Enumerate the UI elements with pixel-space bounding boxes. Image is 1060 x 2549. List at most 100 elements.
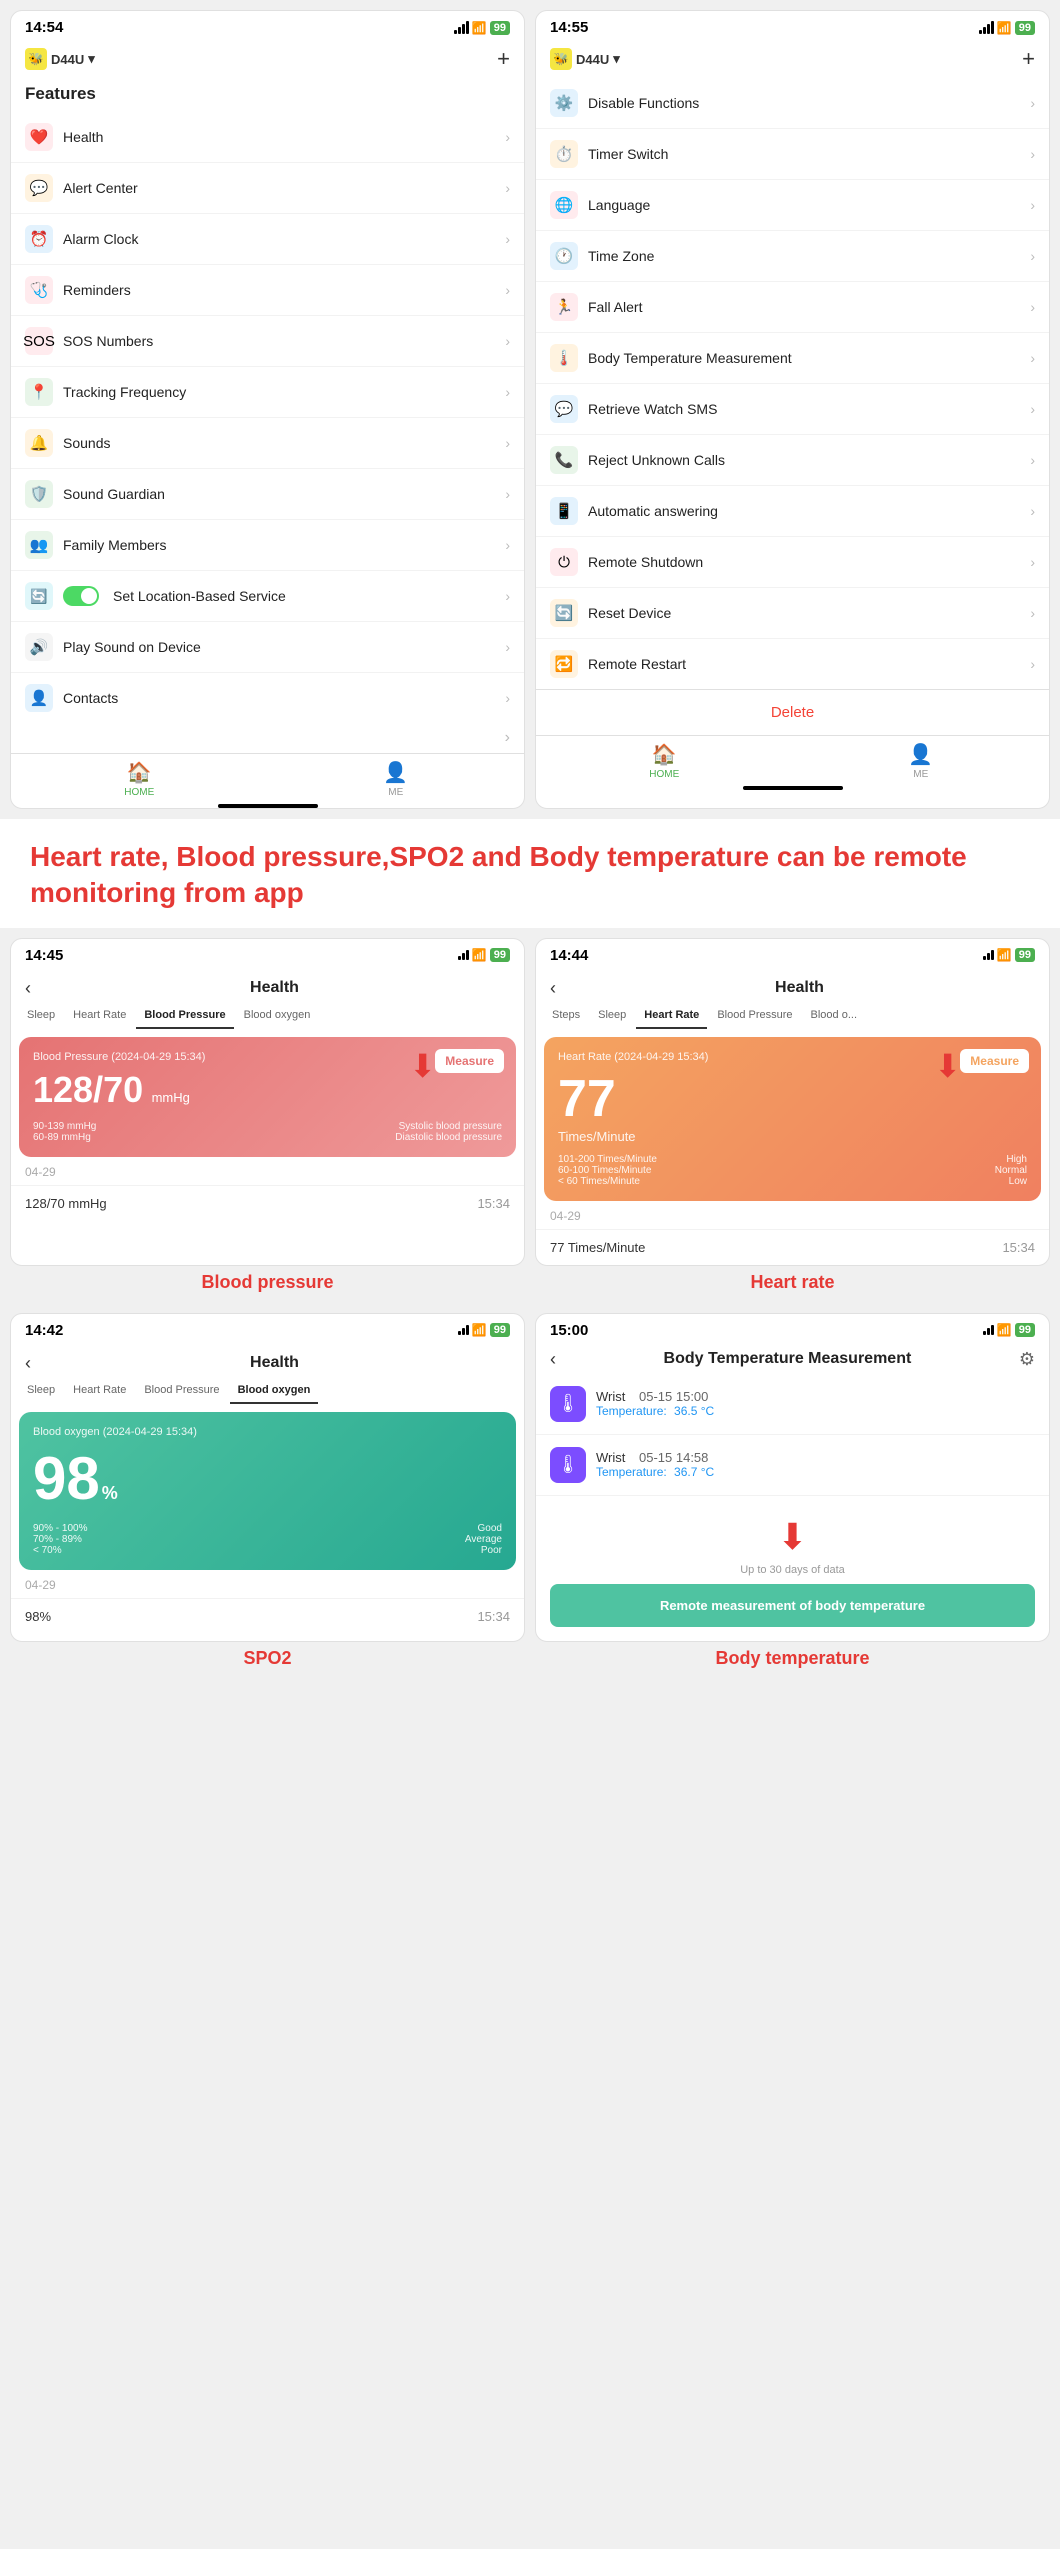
- menu-item-sos[interactable]: SOS SOS Numbers ›: [11, 316, 524, 367]
- alert-label: Alert Center: [63, 180, 505, 196]
- menu-item-timer[interactable]: ⏱️ Timer Switch ›: [536, 129, 1049, 180]
- bp-title: Blood Pressure: [33, 1051, 108, 1063]
- tab-bloodo-hr[interactable]: Blood o...: [803, 1003, 865, 1029]
- status-bar-hr: 14:44 📶 99: [536, 939, 1049, 968]
- temp-location-2: Wrist 05-15 14:58: [596, 1450, 1035, 1465]
- menu-item-disable[interactable]: ⚙️ Disable Functions ›: [536, 78, 1049, 129]
- back-btn-bp[interactable]: ‹: [25, 978, 31, 999]
- status-icons-2: 📶 99: [979, 21, 1035, 35]
- nav-home-1[interactable]: 🏠 HOME: [11, 760, 268, 798]
- bar-bo-2: [462, 1328, 465, 1335]
- dropdown-arrow-1[interactable]: ▾: [88, 51, 95, 67]
- menu-item-bodytemp[interactable]: 🌡️ Body Temperature Measurement ›: [536, 333, 1049, 384]
- signal-bars-bo: [458, 1325, 469, 1335]
- hr-value: 77: [558, 1070, 616, 1128]
- menu-item-contacts[interactable]: 👤 Contacts ›: [11, 673, 524, 723]
- family-label: Family Members: [63, 537, 505, 553]
- nav-home-2[interactable]: 🏠 HOME: [536, 742, 793, 780]
- health-title-bp: Health: [39, 979, 510, 997]
- tab-sleep-hr[interactable]: Sleep: [590, 1003, 634, 1029]
- menu-item-playsound[interactable]: 🔊 Play Sound on Device ›: [11, 622, 524, 673]
- menu-item-remoterestart[interactable]: 🔁 Remote Restart ›: [536, 639, 1049, 689]
- back-btn-bo[interactable]: ‹: [25, 1353, 31, 1374]
- nav-me-2[interactable]: 👤 ME: [793, 742, 1050, 780]
- tab-bloodpressure-bp[interactable]: Blood Pressure: [136, 1003, 233, 1029]
- tab-bloodpressure-bo[interactable]: Blood Pressure: [136, 1378, 227, 1404]
- bp-data-time: 15:34: [477, 1196, 510, 1211]
- measure-btn-bp[interactable]: Measure: [435, 1049, 504, 1073]
- blood-pressure-screen: 14:45 📶 99 ‹ Health Sleep Heart Rate: [10, 938, 525, 1266]
- time-bo: 14:42: [25, 1322, 63, 1339]
- menu-item-shutdown[interactable]: ⏻ Remote Shutdown ›: [536, 537, 1049, 588]
- menu-item-tracking[interactable]: 📍 Tracking Frequency ›: [11, 367, 524, 418]
- menu-item-language[interactable]: 🌐 Language ›: [536, 180, 1049, 231]
- chevron-autoanswer: ›: [1030, 503, 1035, 519]
- chevron-playsound: ›: [505, 639, 510, 655]
- delete-button[interactable]: Delete: [536, 689, 1049, 735]
- home-indicator-1: [218, 804, 318, 808]
- temp-details-1: Wrist 05-15 15:00 Temperature: 36.5 °C: [596, 1389, 1035, 1418]
- menu-item-health[interactable]: ❤️ Health ›: [11, 112, 524, 163]
- location-label: Set Location-Based Service: [113, 588, 505, 604]
- retrievesms-label: Retrieve Watch SMS: [588, 401, 1030, 417]
- tabs-bo: Sleep Heart Rate Blood Pressure Blood ox…: [11, 1378, 524, 1404]
- nav-me-1[interactable]: 👤 ME: [268, 760, 525, 798]
- tab-bloodoxygen-bp[interactable]: Blood oxygen: [236, 1003, 319, 1029]
- health-title-hr: Health: [564, 979, 1035, 997]
- measure-btn-hr[interactable]: Measure: [960, 1049, 1029, 1073]
- phone-screen-2: 14:55 📶 99 🐝 D44U ▾ + ⚙️: [535, 10, 1050, 809]
- bodytemp-label: Body Temperature Measurement: [588, 350, 1030, 366]
- menu-item-alert[interactable]: 💬 Alert Center ›: [11, 163, 524, 214]
- me-icon-2: 👤: [908, 742, 933, 767]
- health-section: 14:45 📶 99 ‹ Health Sleep Heart Rate: [0, 928, 1060, 1699]
- more-chevron[interactable]: ›: [505, 729, 510, 746]
- tab-heartrate-bo[interactable]: Heart Rate: [65, 1378, 134, 1404]
- temp-details-2: Wrist 05-15 14:58 Temperature: 36.7 °C: [596, 1450, 1035, 1479]
- bo-data-value: 98%: [25, 1609, 51, 1624]
- add-button-2[interactable]: +: [1022, 46, 1035, 72]
- hr-data-entry: 77 Times/Minute 15:34: [536, 1229, 1049, 1265]
- menu-item-location[interactable]: 🔄 Set Location-Based Service ›: [11, 571, 524, 622]
- menu-item-rejectcalls[interactable]: 📞 Reject Unknown Calls ›: [536, 435, 1049, 486]
- menu-item-sounds[interactable]: 🔔 Sounds ›: [11, 418, 524, 469]
- remote-measure-button[interactable]: Remote measurement of body temperature: [550, 1584, 1035, 1627]
- menu-item-family[interactable]: 👥 Family Members ›: [11, 520, 524, 571]
- gear-icon-bt[interactable]: ⚙: [1019, 1349, 1035, 1370]
- bo-ranges: 90% - 100% Good 70% - 89% Average < 70% …: [33, 1523, 502, 1556]
- tab-bloodpressure-hr[interactable]: Blood Pressure: [709, 1003, 800, 1029]
- shutdown-label: Remote Shutdown: [588, 554, 1030, 570]
- bp-diastolic-range: 60-89 mmHg: [33, 1132, 96, 1143]
- tab-sleep-bo[interactable]: Sleep: [19, 1378, 63, 1404]
- menu-item-alarm[interactable]: ⏰ Alarm Clock ›: [11, 214, 524, 265]
- playsound-label: Play Sound on Device: [63, 639, 505, 655]
- chevron-reset: ›: [1030, 605, 1035, 621]
- menu-item-fall[interactable]: 🏃 Fall Alert ›: [536, 282, 1049, 333]
- status-icons-bp: 📶 99: [458, 948, 510, 962]
- caption-row-1: Blood pressure Heart rate: [0, 1266, 1060, 1303]
- menu-item-timezone[interactable]: 🕐 Time Zone ›: [536, 231, 1049, 282]
- location-toggle[interactable]: [63, 586, 99, 606]
- menu-item-retrievesms[interactable]: 💬 Retrieve Watch SMS ›: [536, 384, 1049, 435]
- features-menu: ❤️ Health › 💬 Alert Center › ⏰ Alarm Clo…: [11, 112, 524, 723]
- menu-item-autoanswer[interactable]: 📱 Automatic answering ›: [536, 486, 1049, 537]
- menu-item-reset[interactable]: 🔄 Reset Device ›: [536, 588, 1049, 639]
- signal-bar-2-3: [987, 24, 990, 34]
- heart-rate-screen: 14:44 📶 99 ‹ Health Steps Sleep: [535, 938, 1050, 1266]
- tab-sleep-bp[interactable]: Sleep: [19, 1003, 63, 1029]
- shutdown-icon: ⏻: [550, 548, 578, 576]
- tab-bloodoxygen-bo[interactable]: Blood oxygen: [230, 1378, 319, 1404]
- dropdown-arrow-2[interactable]: ▾: [613, 51, 620, 67]
- hr-range-high: 101-200 Times/Minute High: [558, 1154, 1027, 1165]
- back-btn-hr[interactable]: ‹: [550, 978, 556, 999]
- menu-item-guardian[interactable]: 🛡️ Sound Guardian ›: [11, 469, 524, 520]
- headline-section: Heart rate, Blood pressure,SPO2 and Body…: [0, 819, 1060, 928]
- signal-bar-4: [466, 21, 469, 34]
- bp-date: (2024-04-29 15:34): [111, 1051, 205, 1063]
- tab-heartrate-hr[interactable]: Heart Rate: [636, 1003, 707, 1029]
- status-bar-bo: 14:42 📶 99: [11, 1314, 524, 1343]
- tab-steps-hr[interactable]: Steps: [544, 1003, 588, 1029]
- add-button-1[interactable]: +: [497, 46, 510, 72]
- menu-item-reminders[interactable]: 🩺 Reminders ›: [11, 265, 524, 316]
- logo-icon-2: 🐝: [550, 48, 572, 70]
- tab-heartrate-bp[interactable]: Heart Rate: [65, 1003, 134, 1029]
